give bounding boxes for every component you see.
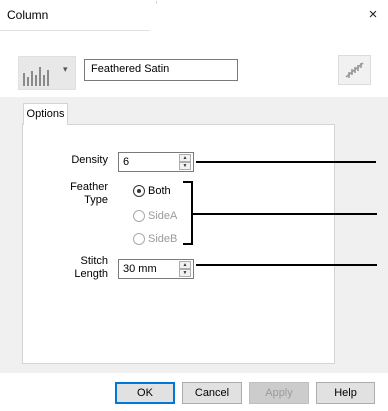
radio-sideb-label: SideB [148, 233, 178, 245]
radio-dot[interactable] [133, 210, 145, 222]
density-spin-buttons: ▲ ▼ [179, 154, 191, 170]
feather-bracket-bottom [183, 243, 192, 245]
stitch-name-field[interactable]: Feathered Satin [84, 59, 238, 81]
column-dialog: Column × ▾ Feathered Satin Options Densi… [0, 0, 388, 411]
apply-button[interactable]: Apply [249, 382, 309, 404]
feather-type-label: Feather Type [70, 181, 108, 206]
tab-options[interactable]: Options [23, 103, 68, 125]
radio-both-label: Both [148, 185, 171, 197]
density-label: Density [71, 154, 108, 166]
close-button[interactable]: × [362, 4, 384, 26]
cancel-button[interactable]: Cancel [182, 382, 242, 404]
stitch-length-value[interactable]: 30 mm [123, 263, 157, 275]
density-down-button[interactable]: ▼ [179, 162, 191, 170]
dialog-title: Column [7, 8, 49, 22]
stitch-length-up-button[interactable]: ▲ [179, 261, 191, 269]
ok-button[interactable]: OK [115, 382, 175, 404]
title-bar: Column × [0, 0, 388, 30]
chevron-down-icon[interactable]: ▾ [63, 64, 68, 75]
density-callout-line [196, 161, 376, 163]
radio-dot[interactable] [133, 233, 145, 245]
feather-button[interactable] [338, 55, 371, 85]
density-spinner[interactable]: 6 ▲ ▼ [118, 152, 194, 172]
feather-icon [345, 62, 364, 78]
title-separator-mark [156, 1, 157, 4]
title-separator [0, 30, 150, 31]
stitch-length-spin-buttons: ▲ ▼ [179, 261, 191, 277]
radio-sidea-label: SideA [148, 210, 178, 222]
feather-callout-line [191, 213, 377, 215]
density-up-button[interactable]: ▲ [179, 154, 191, 162]
stitch-length-callout-line [196, 264, 377, 266]
stitch-length-down-button[interactable]: ▼ [179, 269, 191, 277]
density-value[interactable]: 6 [123, 156, 129, 168]
stitch-length-spinner[interactable]: 30 mm ▲ ▼ [118, 259, 194, 279]
column-chart-icon [23, 67, 49, 86]
help-button[interactable]: Help [316, 382, 375, 404]
stitch-type-picker[interactable]: ▾ [18, 56, 76, 90]
stitch-length-label: Stitch Length [74, 255, 108, 280]
radio-dot[interactable] [133, 185, 145, 197]
